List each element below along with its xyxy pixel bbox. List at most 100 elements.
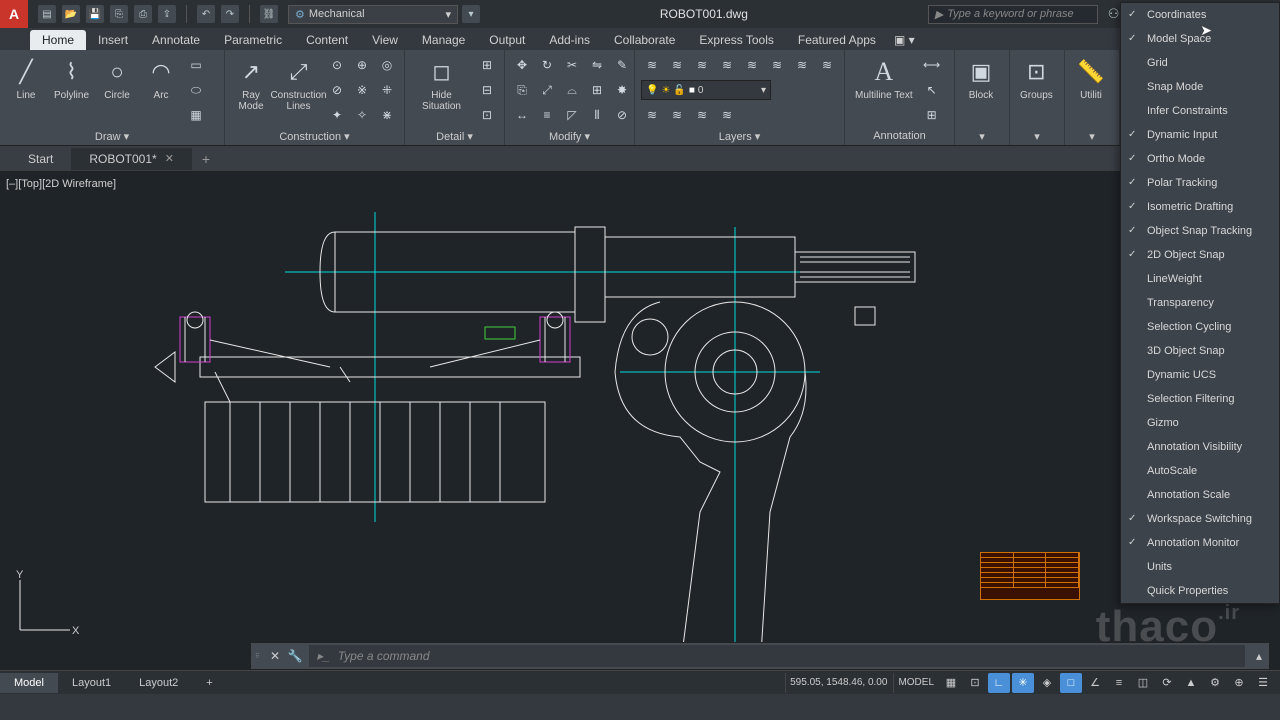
context-item-dynamic-input[interactable]: ✓Dynamic Input xyxy=(1121,123,1279,147)
align-icon[interactable]: ⫴ xyxy=(586,104,608,126)
doc-tab-robot001[interactable]: ROBOT001* ✕ xyxy=(71,148,192,170)
context-item-selection-filtering[interactable]: Selection Filtering xyxy=(1121,387,1279,411)
panel-title-modify[interactable]: Modify ▾ xyxy=(511,127,628,145)
trim-icon[interactable]: ✂ xyxy=(561,54,583,76)
grid-toggle[interactable]: ▦ xyxy=(940,673,962,693)
context-item-snap-mode[interactable]: Snap Mode xyxy=(1121,75,1279,99)
context-item-2d-object-snap[interactable]: ✓2D Object Snap xyxy=(1121,243,1279,267)
cl-icon[interactable]: ◎ xyxy=(376,54,398,76)
command-history-icon[interactable]: ▴ xyxy=(1249,649,1269,663)
panel-title-layers[interactable]: Layers ▾ xyxy=(641,127,838,145)
copy-icon[interactable]: ⎘ xyxy=(511,79,533,101)
cycling-toggle[interactable]: ⟳ xyxy=(1156,673,1178,693)
coordinates-readout[interactable]: 595.05, 1548.46, 0.00 xyxy=(785,673,891,693)
context-item-workspace-switching[interactable]: ✓Workspace Switching xyxy=(1121,507,1279,531)
tab-content[interactable]: Content xyxy=(294,30,360,50)
cl-icon[interactable]: ✦ xyxy=(326,104,348,126)
leader-icon[interactable]: ↖ xyxy=(921,79,943,101)
cl-icon[interactable]: ⊘ xyxy=(326,79,348,101)
workspace-overflow[interactable]: ▾ xyxy=(462,5,480,23)
customize-status-button[interactable]: ☰ xyxy=(1252,673,1274,693)
snap-toggle[interactable]: ⊡ xyxy=(964,673,986,693)
ellipse-icon[interactable]: ⬭ xyxy=(185,79,207,101)
context-item-transparency[interactable]: Transparency xyxy=(1121,291,1279,315)
annotation-toggle[interactable]: ▲ xyxy=(1180,673,1202,693)
detail-icon[interactable]: ⊡ xyxy=(476,104,498,126)
mirror-icon[interactable]: ⇋ xyxy=(586,54,608,76)
context-item-gizmo[interactable]: Gizmo xyxy=(1121,411,1279,435)
layer-icon[interactable]: ≋ xyxy=(741,54,763,76)
layer-icon[interactable]: ≋ xyxy=(716,104,738,126)
polyline-button[interactable]: ⌇Polyline xyxy=(50,54,93,103)
table-icon[interactable]: ⊞ xyxy=(921,104,943,126)
wrench-icon[interactable]: 🔧 xyxy=(285,649,305,663)
qat-share-icon[interactable]: ⛓ xyxy=(260,5,278,23)
tab-parametric[interactable]: Parametric xyxy=(212,30,294,50)
offset-icon[interactable]: ≡ xyxy=(536,104,558,126)
rotate-icon[interactable]: ↻ xyxy=(536,54,558,76)
tab-insert[interactable]: Insert xyxy=(86,30,140,50)
hatch-icon[interactable]: ▦ xyxy=(185,104,207,126)
close-icon[interactable]: ✕ xyxy=(265,649,285,663)
layer-icon[interactable]: ≋ xyxy=(691,54,713,76)
layer-icon[interactable]: ≋ xyxy=(791,54,813,76)
detail-icon[interactable]: ⊞ xyxy=(476,54,498,76)
layer-dropdown[interactable]: 💡 ☀ 🔓 ■ 0 ▾ xyxy=(641,80,771,100)
fillet-icon[interactable]: ⌓ xyxy=(561,79,583,101)
lwt-toggle[interactable]: ≡ xyxy=(1108,673,1130,693)
context-item-infer-constraints[interactable]: Infer Constraints xyxy=(1121,99,1279,123)
arc-button[interactable]: ◠Arc xyxy=(141,54,181,103)
drawing-viewport[interactable]: [–][Top][2D Wireframe] xyxy=(0,172,1280,670)
layout-tab-layout1[interactable]: Layout1 xyxy=(58,673,125,693)
tab-collaborate[interactable]: Collaborate xyxy=(602,30,687,50)
scale-icon[interactable]: ⤢ xyxy=(536,79,558,101)
tab-express[interactable]: Express Tools xyxy=(687,30,785,50)
search-box[interactable]: ▶ Type a keyword or phrase xyxy=(928,5,1098,24)
layer-icon[interactable]: ≋ xyxy=(691,104,713,126)
tab-annotate[interactable]: Annotate xyxy=(140,30,212,50)
erase-icon[interactable]: ✎ xyxy=(611,54,633,76)
model-space-toggle[interactable]: MODEL xyxy=(893,673,938,693)
doc-tab-start[interactable]: Start xyxy=(10,148,71,170)
tab-featured[interactable]: Featured Apps xyxy=(786,30,888,50)
workspace-dropdown[interactable]: ⚙ Mechanical ▾ xyxy=(288,5,458,24)
utilities-button[interactable]: 📏Utiliti xyxy=(1071,54,1111,103)
line-button[interactable]: ╱Line xyxy=(6,54,46,103)
context-item-quick-properties[interactable]: Quick Properties xyxy=(1121,579,1279,603)
new-layout-button[interactable]: + xyxy=(192,673,226,693)
tab-home[interactable]: Home xyxy=(30,30,86,50)
context-item-object-snap-tracking[interactable]: ✓Object Snap Tracking xyxy=(1121,219,1279,243)
context-item-isometric-drafting[interactable]: ✓Isometric Drafting xyxy=(1121,195,1279,219)
monitor-toggle[interactable]: ⊕ xyxy=(1228,673,1250,693)
context-item-ortho-mode[interactable]: ✓Ortho Mode xyxy=(1121,147,1279,171)
qat-open-icon[interactable]: 📂 xyxy=(62,5,80,23)
array-icon[interactable]: ⊞ xyxy=(586,79,608,101)
iso-toggle[interactable]: ◈ xyxy=(1036,673,1058,693)
ribbon-expand-icon[interactable]: ▣ ▾ xyxy=(888,30,921,50)
layer-icon[interactable]: ≋ xyxy=(666,104,688,126)
qat-saveas-icon[interactable]: ⎘ xyxy=(110,5,128,23)
move-icon[interactable]: ✥ xyxy=(511,54,533,76)
context-item-3d-object-snap[interactable]: 3D Object Snap xyxy=(1121,339,1279,363)
cl-icon[interactable]: ⊙ xyxy=(326,54,348,76)
cl-icon[interactable]: ※ xyxy=(351,79,373,101)
block-button[interactable]: ▣Block xyxy=(961,54,1001,103)
workspace-toggle[interactable]: ⚙ xyxy=(1204,673,1226,693)
cl-icon[interactable]: ✧ xyxy=(351,104,373,126)
layer-icon[interactable]: ≋ xyxy=(816,54,838,76)
dim-icon[interactable]: ⟷ xyxy=(921,54,943,76)
tab-manage[interactable]: Manage xyxy=(410,30,477,50)
otrack-toggle[interactable]: ∠ xyxy=(1084,673,1106,693)
layout-tab-model[interactable]: Model xyxy=(0,673,58,693)
layer-icon[interactable]: ≋ xyxy=(641,104,663,126)
layer-icon[interactable]: ≋ xyxy=(666,54,688,76)
ucs-icon[interactable]: X Y xyxy=(10,570,80,640)
cl-icon[interactable]: ⁜ xyxy=(376,79,398,101)
layer-icon[interactable]: ≋ xyxy=(766,54,788,76)
circle-button[interactable]: ○Circle xyxy=(97,54,137,103)
qat-new-icon[interactable]: ▤ xyxy=(38,5,56,23)
qat-save-icon[interactable]: 💾 xyxy=(86,5,104,23)
context-item-annotation-visibility[interactable]: Annotation Visibility xyxy=(1121,435,1279,459)
cl-icon[interactable]: ⋇ xyxy=(376,104,398,126)
layout-tab-layout2[interactable]: Layout2 xyxy=(125,673,192,693)
